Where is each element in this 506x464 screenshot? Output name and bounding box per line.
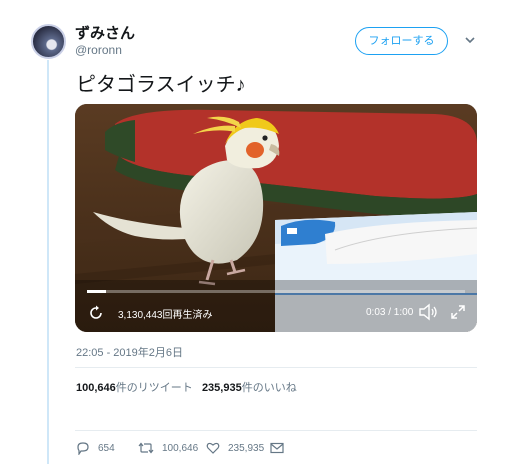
likes-label[interactable]: 件のいいね	[242, 382, 297, 394]
retweet-icon	[138, 442, 154, 454]
likes-count[interactable]: 235,935	[202, 382, 242, 394]
retweets-label[interactable]: 件のリツイート	[116, 382, 193, 394]
tweet-stats: 100,646件のリツイート 235,935件のいいね	[76, 379, 297, 395]
tweet-timestamp[interactable]: 22:05 - 2019年2月6日	[76, 344, 183, 360]
tweet-text: ピタゴラスイッチ♪	[76, 74, 246, 96]
retweet-button[interactable]: 100,646	[138, 440, 198, 456]
view-count: 3,130,443回再生済み	[118, 310, 213, 321]
user-display-name[interactable]: ずみさん	[75, 22, 135, 43]
retweets-count[interactable]: 100,646	[76, 382, 116, 394]
video-time: 0:03 / 1:00	[366, 307, 414, 318]
video-progress-bar[interactable]	[87, 290, 465, 293]
like-icon	[206, 442, 220, 454]
fullscreen-icon[interactable]	[450, 304, 466, 320]
like-count: 235,935	[228, 442, 265, 454]
thread-line	[47, 60, 49, 464]
reply-icon	[77, 442, 89, 455]
message-icon	[270, 442, 284, 454]
divider	[75, 367, 477, 368]
retweet-count: 100,646	[162, 442, 199, 454]
user-handle[interactable]: @roronn	[75, 43, 122, 57]
tweet-page: ずみさん @roronn フォローする ピタゴラスイッチ♪ 3,130,443回…	[0, 0, 506, 464]
like-button[interactable]: 235,935	[206, 440, 264, 456]
follow-button[interactable]: フォローする	[355, 27, 448, 55]
divider	[75, 430, 477, 431]
message-button[interactable]	[270, 440, 292, 456]
video-player[interactable]	[75, 104, 477, 332]
replay-icon[interactable]	[88, 305, 104, 321]
volume-icon[interactable]	[418, 303, 438, 321]
reply-button[interactable]: 654	[76, 440, 115, 456]
chevron-down-icon[interactable]	[464, 34, 476, 46]
avatar[interactable]	[31, 24, 66, 59]
video-frame	[75, 104, 477, 332]
reply-count: 654	[98, 442, 115, 454]
video-progress-fill	[87, 290, 106, 293]
